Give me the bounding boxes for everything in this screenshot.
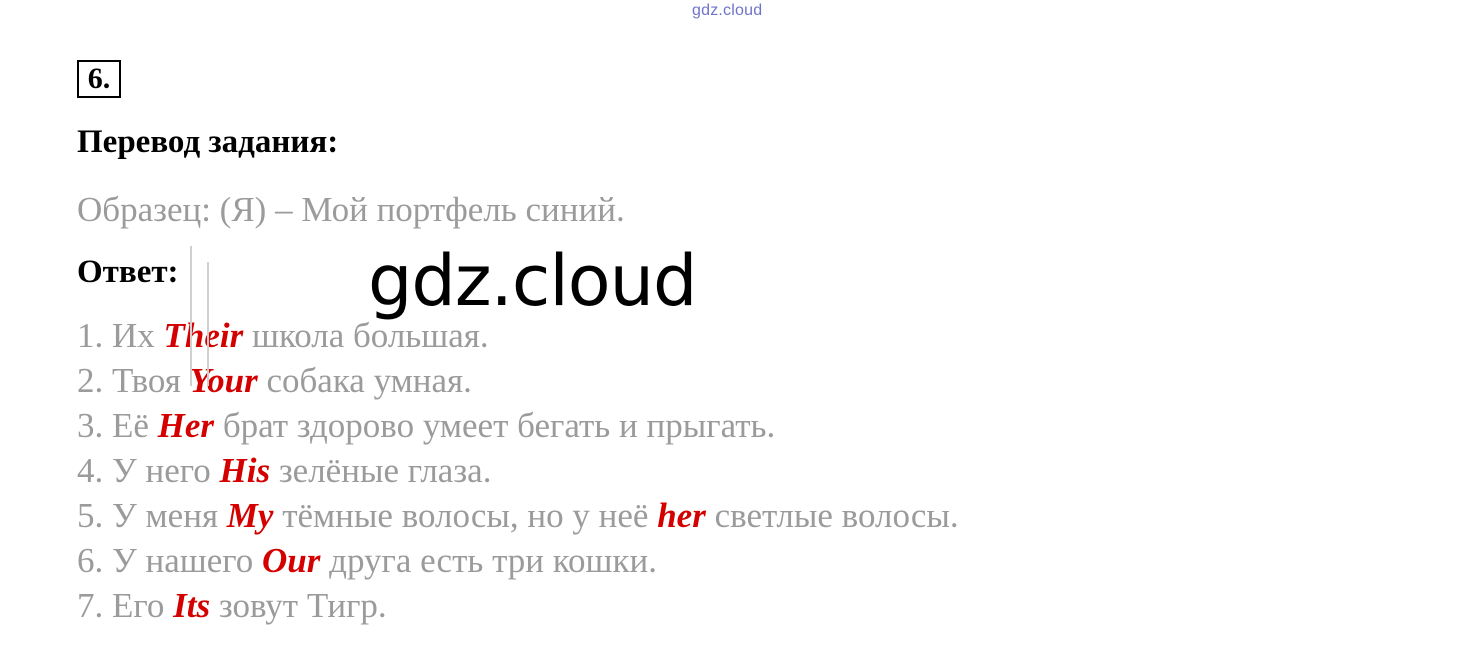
answer-word: Your (189, 361, 258, 400)
answer-label: Ответ: (77, 254, 179, 290)
item-text-before: Твоя (112, 361, 181, 400)
sample-sentence: Образец: (Я) – Мой портфель синий. (77, 190, 625, 229)
watermark-stroke (190, 246, 192, 386)
answer-list: 1. Их Their школа большая. 2. Твоя Your … (77, 313, 959, 628)
answer-word: Its (173, 586, 211, 625)
top-watermark: gdz.cloud (692, 2, 763, 19)
center-watermark: gdz.cloud (368, 240, 697, 322)
list-item: 4. У него His зелёные глаза. (77, 448, 959, 493)
item-text-before: У него (112, 451, 211, 490)
answer-word: Our (262, 541, 321, 580)
item-text-before: У нашего (112, 541, 254, 580)
item-text-after: зелёные глаза. (278, 451, 492, 490)
list-item: 3. Её Her брат здорово умеет бегать и пр… (77, 403, 959, 448)
item-text-before: Её (112, 406, 149, 445)
item-text-before: Их (112, 316, 155, 355)
item-text-after: зовут Тигр. (218, 586, 387, 625)
answer-word: My (226, 496, 274, 535)
item-text-after: собака умная. (266, 361, 472, 400)
answer-word: her (657, 496, 706, 535)
item-number: 3. (77, 406, 104, 445)
item-number: 4. (77, 451, 104, 490)
watermark-stroke (207, 262, 209, 386)
list-item: 7. Его Its зовут Тигр. (77, 583, 959, 628)
answer-word: Their (163, 316, 244, 355)
task-number: 6. (77, 60, 121, 98)
item-text-after: друга есть три кошки. (329, 541, 657, 580)
list-item: 6. У нашего Our друга есть три кошки. (77, 538, 959, 583)
item-text-after: тёмные волосы, но у неё (282, 496, 649, 535)
list-item: 5. У меня My тёмные волосы, но у неё her… (77, 493, 959, 538)
item-number: 6. (77, 541, 104, 580)
item-number: 7. (77, 586, 104, 625)
item-number: 2. (77, 361, 104, 400)
item-number: 1. (77, 316, 104, 355)
item-number: 5. (77, 496, 104, 535)
item-text-before: Его (112, 586, 165, 625)
answer-word: Her (157, 406, 215, 445)
list-item: 2. Твоя Your собака умная. (77, 358, 959, 403)
item-text-before: У меня (112, 496, 219, 535)
task-heading: Перевод задания: (77, 124, 339, 160)
item-text-after: светлые волосы. (714, 496, 959, 535)
item-text-after: брат здорово умеет бегать и прыгать. (222, 406, 776, 445)
answer-word: His (219, 451, 271, 490)
